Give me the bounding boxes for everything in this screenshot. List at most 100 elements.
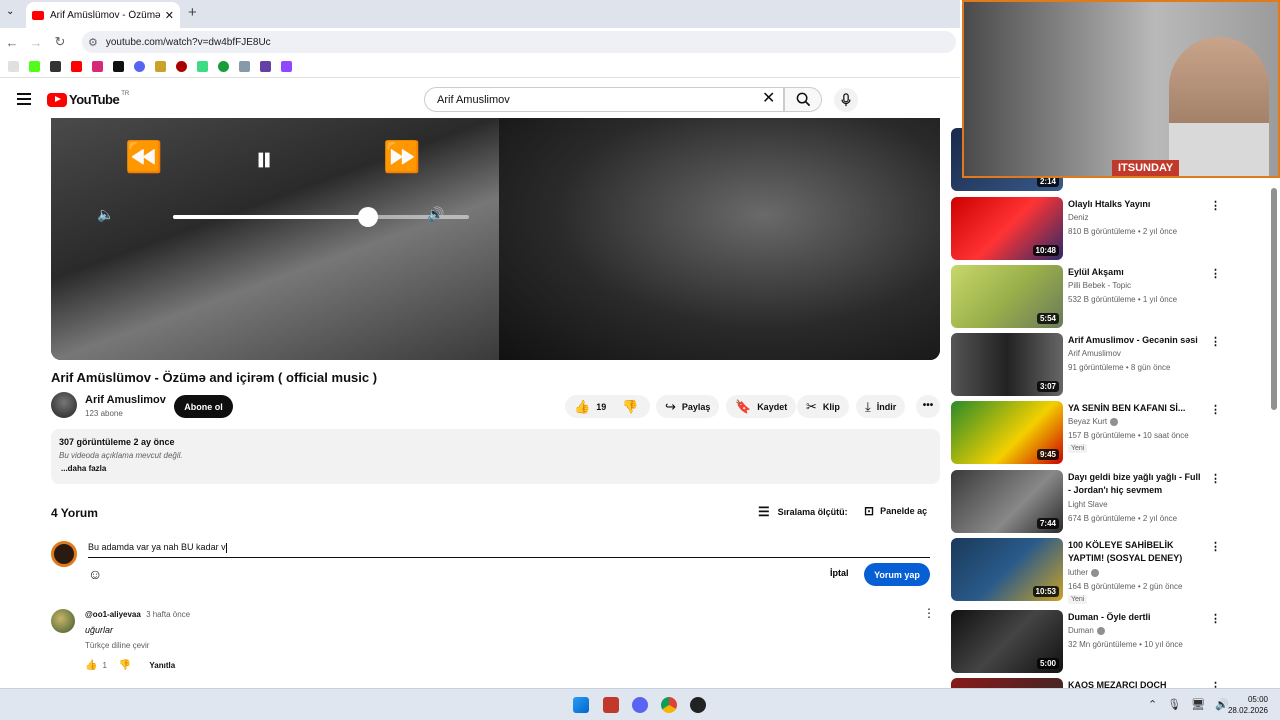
gamepad-bookmark-icon[interactable] bbox=[239, 61, 250, 72]
video-menu-icon[interactable]: ⋮ bbox=[1210, 680, 1221, 688]
youtube-bookmark-icon[interactable] bbox=[71, 61, 82, 72]
video-title[interactable]: Olaylı Htalks Yayını bbox=[1068, 198, 1203, 211]
comment-dislike-icon[interactable]: 👎 bbox=[119, 660, 131, 671]
clip-button[interactable]: ✂ Klip bbox=[797, 395, 849, 418]
site-info-icon[interactable]: ⚙ bbox=[88, 36, 98, 49]
share-button[interactable]: ↪ Paylaş bbox=[656, 395, 720, 418]
video-thumbnail[interactable]: 3:07 bbox=[951, 333, 1063, 396]
video-title[interactable]: Arif Amuslimov - Gecənin səsi bbox=[1068, 334, 1203, 347]
recommendation-item[interactable]: 5:54 Eylül Akşamı Pilli Bebek - Topic 53… bbox=[950, 265, 1270, 328]
volume-slider[interactable] bbox=[173, 207, 469, 227]
discord-bookmark-icon[interactable] bbox=[134, 61, 145, 72]
channel-name[interactable]: Arif Amuslimov bbox=[1068, 349, 1121, 358]
rewind-icon[interactable]: ⏪ bbox=[125, 140, 162, 175]
emoji-icon[interactable]: ☺ bbox=[88, 566, 102, 582]
comment-avatar[interactable] bbox=[51, 609, 75, 633]
new-tab-icon[interactable]: + bbox=[188, 4, 197, 21]
channel-name[interactable]: Pilli Bebek - Topic bbox=[1068, 281, 1131, 290]
description-box[interactable]: 307 görüntüleme 2 ay önce Bu videoda açı… bbox=[51, 429, 940, 484]
video-menu-icon[interactable]: ⋮ bbox=[1210, 403, 1221, 416]
forward-icon[interactable]: → bbox=[24, 35, 48, 50]
recommendation-item[interactable]: KAOS MEZARCI DOCH KAVGA!! ⋮ bbox=[950, 678, 1270, 688]
recommendation-item[interactable]: 7:44 Dayı geldi bize yağlı yağlı - Full … bbox=[950, 470, 1270, 533]
comment-like-icon[interactable]: 👍 bbox=[85, 660, 97, 671]
discord-icon[interactable] bbox=[632, 697, 648, 713]
android-bookmark-icon[interactable] bbox=[197, 61, 208, 72]
browser-tab[interactable]: Arif Amüslümov - Özümə a ✕ bbox=[26, 2, 180, 28]
recommendation-item[interactable]: 5:00 Duman - Öyle dertli Duman 32 Mn gör… bbox=[950, 610, 1270, 673]
video-title[interactable]: Eylül Akşamı bbox=[1068, 266, 1203, 279]
obs-icon[interactable] bbox=[690, 697, 706, 713]
tiktok-bookmark-icon[interactable] bbox=[113, 61, 124, 72]
green-bookmark-icon[interactable] bbox=[218, 61, 229, 72]
video-thumbnail[interactable]: 10:48 bbox=[951, 197, 1063, 260]
clear-search-icon[interactable]: ✕ bbox=[762, 88, 775, 108]
voice-search-button[interactable] bbox=[834, 88, 858, 112]
search-input[interactable]: Arif Amuslimov bbox=[424, 87, 784, 112]
tray-chevron-icon[interactable]: ⌃ bbox=[1148, 698, 1157, 711]
video-menu-icon[interactable]: ⋮ bbox=[1210, 472, 1221, 485]
reply-button[interactable]: Yanıtla bbox=[149, 661, 175, 670]
channel-name[interactable]: Light Slave bbox=[1068, 500, 1108, 509]
channel-name[interactable]: luther bbox=[1068, 568, 1100, 577]
microphone-tray-icon[interactable]: 🎙 bbox=[1167, 698, 1181, 711]
video-menu-icon[interactable]: ⋮ bbox=[1210, 335, 1221, 348]
apps-icon[interactable] bbox=[8, 61, 19, 72]
channel-name[interactable]: Arif Amuslimov bbox=[85, 394, 166, 406]
cancel-button[interactable]: İptal bbox=[826, 564, 853, 582]
recommendation-item[interactable]: 10:48 Olaylı Htalks Yayını Deniz 810 B g… bbox=[950, 197, 1270, 260]
recommendation-item[interactable]: 9:45 YA SENİN BEN KAFANI Sİ... Beyaz Kur… bbox=[950, 401, 1270, 464]
video-thumbnail[interactable]: 9:45 bbox=[951, 401, 1063, 464]
pause-icon[interactable]: ⏸ bbox=[255, 138, 273, 181]
channel-name[interactable]: Beyaz Kurt bbox=[1068, 417, 1119, 426]
video-thumbnail[interactable] bbox=[951, 678, 1063, 688]
volume-up-icon[interactable]: 🔊 bbox=[427, 206, 444, 223]
video-menu-icon[interactable]: ⋮ bbox=[1210, 199, 1221, 212]
volume-mute-icon[interactable]: 🔈 bbox=[97, 206, 114, 223]
recommendation-item[interactable]: 3:07 Arif Amuslimov - Gecənin səsi Arif … bbox=[950, 333, 1270, 396]
menu-icon[interactable] bbox=[17, 93, 31, 105]
red-bookmark-icon[interactable] bbox=[176, 61, 187, 72]
comment-author[interactable]: @oo1-aliyevaa bbox=[85, 610, 141, 619]
fast-forward-icon[interactable]: ⏩ bbox=[383, 140, 420, 175]
dislike-icon[interactable]: 👎 bbox=[622, 399, 638, 415]
app-icon[interactable] bbox=[603, 697, 619, 713]
tab-search-icon[interactable]: ⌄ bbox=[6, 6, 14, 17]
subscribe-button[interactable]: Abone ol bbox=[174, 395, 233, 418]
network-icon[interactable]: 🖥 bbox=[1191, 698, 1205, 711]
video-menu-icon[interactable]: ⋮ bbox=[1210, 540, 1221, 553]
like-icon[interactable]: 👍 bbox=[574, 399, 590, 415]
github-bookmark-icon[interactable] bbox=[50, 61, 61, 72]
video-title[interactable]: YA SENİN BEN KAFANI Sİ... bbox=[1068, 402, 1203, 415]
kick-bookmark-icon[interactable] bbox=[29, 61, 40, 72]
channel-name[interactable]: Duman bbox=[1068, 626, 1105, 635]
twitch-bookmark-icon[interactable] bbox=[281, 61, 292, 72]
instagram-bookmark-icon[interactable] bbox=[92, 61, 103, 72]
back-icon[interactable]: ← bbox=[0, 35, 24, 50]
taskbar-clock[interactable]: 05:00 28.02.2026 bbox=[1226, 694, 1268, 716]
open-panel-button[interactable]: ⊡ Panelde aç bbox=[864, 504, 927, 518]
video-player[interactable]: ⏪ ⏸ ⏩ 🔈 🔊 bbox=[51, 118, 940, 360]
chrome-icon[interactable] bbox=[661, 697, 677, 713]
youtube-logo[interactable]: YouTube TR bbox=[47, 91, 129, 107]
game-bookmark-icon[interactable] bbox=[155, 61, 166, 72]
download-button[interactable]: ⤓ İndir bbox=[856, 395, 906, 418]
video-thumbnail[interactable]: 5:54 bbox=[951, 265, 1063, 328]
comment-time[interactable]: 3 hafta önce bbox=[146, 610, 190, 619]
comment-input[interactable]: Bu adamda var ya nah BU kadar v bbox=[88, 540, 930, 558]
sort-button[interactable]: ☰ Sıralama ölçütü: bbox=[758, 504, 848, 520]
save-button[interactable]: 🔖 Kaydet bbox=[726, 395, 797, 418]
submit-comment-button[interactable]: Yorum yap bbox=[864, 563, 930, 586]
show-more-link[interactable]: ...daha fazla bbox=[61, 464, 932, 473]
video-thumbnail[interactable]: 7:44 bbox=[951, 470, 1063, 533]
translate-link[interactable]: Türkçe diline çevir bbox=[85, 641, 149, 650]
more-actions-button[interactable]: ••• bbox=[916, 395, 940, 418]
video-thumbnail[interactable]: 10:53 bbox=[951, 538, 1063, 601]
page-scrollbar[interactable] bbox=[1271, 188, 1277, 410]
video-menu-icon[interactable]: ⋮ bbox=[1210, 267, 1221, 280]
like-count[interactable]: 19 bbox=[596, 402, 606, 412]
purple-bookmark-icon[interactable] bbox=[260, 61, 271, 72]
channel-avatar[interactable] bbox=[51, 392, 77, 418]
recommendation-item[interactable]: 10:53 100 KÖLEYE SAHİBELİK YAPTIM! (SOSY… bbox=[950, 538, 1270, 604]
video-thumbnail[interactable]: 5:00 bbox=[951, 610, 1063, 673]
